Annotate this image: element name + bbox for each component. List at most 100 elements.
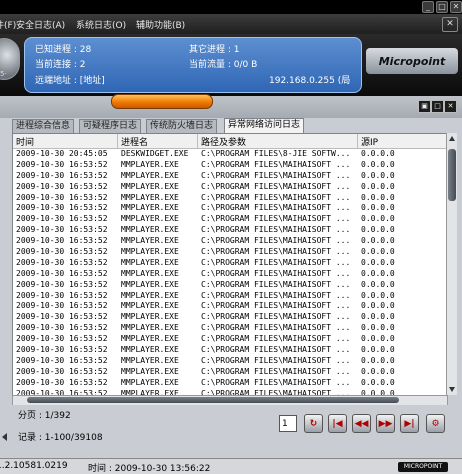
cell-path: C:\PROGRAM FILES\MAIHAISOFT ... xyxy=(201,203,351,213)
cell-time: 2009-10-30 16:53:52 xyxy=(16,159,108,169)
minimize-button[interactable]: _ xyxy=(422,1,434,13)
remote-ip: 192.168.0.255 (局 xyxy=(269,76,351,86)
cell-source-ip: 0.0.0.0 xyxy=(361,181,395,191)
status-time: 时间 : 2009-10-30 13:56:22 xyxy=(88,464,211,474)
last-page-button[interactable]: ▶| xyxy=(400,414,419,433)
table-row[interactable]: 2009-10-30 16:53:52 MMPLAYER.EXE C:\PROGRA… xyxy=(13,182,447,193)
cell-process: MMPLAYER.EXE xyxy=(121,312,179,322)
cell-path: C:\PROGRAM FILES\MAIHAISOFT ... xyxy=(201,279,351,289)
current-connections: 当前连接 : 2 xyxy=(35,60,86,70)
table-row[interactable]: 2009-10-30 20:45:05 DESKWIDGET.EXE C:\PROG… xyxy=(13,149,447,160)
column-header-time[interactable]: 时间 xyxy=(16,135,34,148)
cell-time: 2009-10-30 16:53:52 xyxy=(16,257,108,267)
collapse-arrow-icon[interactable] xyxy=(2,433,7,441)
menu-system-log[interactable]: 系统日志(O) xyxy=(76,18,126,31)
cell-time: 2009-10-30 16:53:52 xyxy=(16,247,108,257)
tab-network-access-log[interactable]: 异常网络访问日志 xyxy=(224,118,305,134)
cell-time: 2009-10-30 16:53:52 xyxy=(16,290,108,300)
current-traffic: 当前流量 : 0/0 B xyxy=(189,60,258,70)
cell-source-ip: 0.0.0.0 xyxy=(361,225,395,235)
prev-page-button[interactable]: ◀◀ xyxy=(352,414,371,433)
page-number-input[interactable]: 1 xyxy=(279,415,297,432)
table-row[interactable]: 2009-10-30 16:53:52 MMPLAYER.EXE C:\PROGRA… xyxy=(13,301,447,312)
title-bar: _ □ ✕ xyxy=(0,0,462,14)
table-row[interactable]: 2009-10-30 16:53:52 MMPLAYER.EXE C:\PROGRA… xyxy=(13,203,447,214)
table-row[interactable]: 2009-10-30 16:53:52 MMPLAYER.EXE C:\PROGRA… xyxy=(13,160,447,171)
maximize-button[interactable]: □ xyxy=(436,1,448,13)
table-row[interactable]: 2009-10-30 16:53:52 MMPLAYER.EXE C:\PROGRA… xyxy=(13,258,447,269)
cell-source-ip: 0.0.0.0 xyxy=(361,366,395,376)
panel-maximize-icon[interactable]: □ xyxy=(431,100,444,113)
column-divider[interactable] xyxy=(357,134,358,148)
cell-process: MMPLAYER.EXE xyxy=(121,181,179,191)
cell-source-ip: 0.0.0.0 xyxy=(361,355,395,365)
cell-path: C:\PROGRAM FILES\MAIHAISOFT ... xyxy=(201,290,351,300)
horizontal-scroll-thumb[interactable] xyxy=(27,397,399,403)
cell-path: C:\PROGRAM FILES\MAIHAISOFT ... xyxy=(201,225,351,235)
column-header-source-ip[interactable]: 源IP xyxy=(361,135,378,148)
cell-time: 2009-10-30 20:45:05 xyxy=(16,149,108,158)
close-button[interactable]: ✕ xyxy=(450,1,462,13)
tab-process-info[interactable]: 进程综合信息 xyxy=(12,119,75,134)
scroll-down-icon[interactable] xyxy=(449,387,455,392)
vertical-scrollbar[interactable] xyxy=(446,133,457,395)
export-icon: ⚙ xyxy=(431,418,440,429)
cell-path: C:\PROGRAM FILES\MAIHAISOFT ... xyxy=(201,345,351,355)
cell-process: MMPLAYER.EXE xyxy=(121,355,179,365)
table-row[interactable]: 2009-10-30 16:53:52 MMPLAYER.EXE C:\PROGRA… xyxy=(13,367,447,378)
info-panel: 已知进程 : 28 其它进程 : 1 当前连接 : 2 当前流量 : 0/0 B… xyxy=(24,37,362,93)
table-row[interactable]: 2009-10-30 16:53:52 MMPLAYER.EXE C:\PROGRA… xyxy=(13,291,447,302)
table-row[interactable]: 2009-10-30 16:53:52 MMPLAYER.EXE C:\PROGRA… xyxy=(13,247,447,258)
cell-source-ip: 0.0.0.0 xyxy=(361,312,395,322)
table-row[interactable]: 2009-10-30 16:53:52 MMPLAYER.EXE C:\PROGRA… xyxy=(13,269,447,280)
menu-security-log[interactable]: 安全日志(A) xyxy=(16,18,65,31)
column-divider[interactable] xyxy=(197,134,198,148)
first-page-button[interactable]: |◀ xyxy=(328,414,347,433)
table-row[interactable]: 2009-10-30 16:53:52 MMPLAYER.EXE C:\PROGRA… xyxy=(13,236,447,247)
menu-auxiliary[interactable]: 辅助功能(B) xyxy=(136,18,185,31)
table-row[interactable]: 2009-10-30 16:53:52 MMPLAYER.EXE C:\PROGRA… xyxy=(13,225,447,236)
menu-file[interactable]: 文件(F) xyxy=(0,18,16,31)
next-page-icon: ▶▶ xyxy=(378,418,393,429)
vertical-scroll-thumb[interactable] xyxy=(448,149,456,201)
table-row[interactable]: 2009-10-30 16:53:52 MMPLAYER.EXE C:\PROGRA… xyxy=(13,323,447,334)
menu-close-icon[interactable]: ✕ xyxy=(442,17,458,32)
cell-source-ip: 0.0.0.0 xyxy=(361,236,395,246)
cell-process: MMPLAYER.EXE xyxy=(121,236,179,246)
tab-firewall-log[interactable]: 传统防火墙日志 xyxy=(146,119,218,134)
table-row[interactable]: 2009-10-30 16:53:52 MMPLAYER.EXE C:\PROGRA… xyxy=(13,280,447,291)
main-action-button[interactable] xyxy=(111,94,213,109)
column-header-process[interactable]: 进程名 xyxy=(121,135,148,148)
tab-suspicious-log[interactable]: 可疑程序日志 xyxy=(79,119,142,134)
table-row[interactable]: 2009-10-30 16:53:52 MMPLAYER.EXE C:\PROGRA… xyxy=(13,193,447,204)
panel-close-icon[interactable]: ✕ xyxy=(444,100,457,113)
cell-source-ip: 0.0.0.0 xyxy=(361,257,395,267)
table-row[interactable]: 2009-10-30 16:53:52 MMPLAYER.EXE C:\PROGRA… xyxy=(13,356,447,367)
table-row[interactable]: 2009-10-30 16:53:52 MMPLAYER.EXE C:\PROGRA… xyxy=(13,334,447,345)
cell-process: DESKWIDGET.EXE xyxy=(121,149,189,158)
left-collapse-strip[interactable] xyxy=(0,133,11,473)
cell-source-ip: 0.0.0.0 xyxy=(361,192,395,202)
cell-time: 2009-10-30 16:53:52 xyxy=(16,236,108,246)
cell-time: 2009-10-30 16:53:52 xyxy=(16,377,108,387)
column-header-path[interactable]: 路径及参数 xyxy=(201,135,246,148)
cell-process: MMPLAYER.EXE xyxy=(121,268,179,278)
cell-source-ip: 0.0.0.0 xyxy=(361,323,395,333)
panel-restore-icon[interactable]: ▣ xyxy=(418,100,431,113)
cell-process: MMPLAYER.EXE xyxy=(121,159,179,169)
table-row[interactable]: 2009-10-30 16:53:52 MMPLAYER.EXE C:\PROGRA… xyxy=(13,214,447,225)
scroll-up-icon[interactable] xyxy=(449,136,455,141)
column-divider[interactable] xyxy=(117,134,118,148)
version-text: 1.2.10581.0219 xyxy=(0,461,68,471)
cell-time: 2009-10-30 16:53:52 xyxy=(16,345,108,355)
table-row[interactable]: 2009-10-30 16:53:52 MMPLAYER.EXE C:\PROGRA… xyxy=(13,312,447,323)
cell-path: C:\PROGRAM FILES\MAIHAISOFT ... xyxy=(201,236,351,246)
next-page-button[interactable]: ▶▶ xyxy=(376,414,395,433)
table-row[interactable]: 2009-10-30 16:53:52 MMPLAYER.EXE C:\PROGRA… xyxy=(13,171,447,182)
cell-time: 2009-10-30 16:53:52 xyxy=(16,366,108,376)
refresh-button[interactable]: ↻ xyxy=(304,414,323,433)
export-button[interactable]: ⚙ xyxy=(426,414,445,433)
table-row[interactable]: 2009-10-30 16:53:52 MMPLAYER.EXE C:\PROGRA… xyxy=(13,378,447,389)
table-row[interactable]: 2009-10-30 16:53:52 MMPLAYER.EXE C:\PROGRA… xyxy=(13,345,447,356)
log-table: 时间 进程名 路径及参数 源IP 2009-10-30 20:45:05 DESK… xyxy=(12,133,448,397)
